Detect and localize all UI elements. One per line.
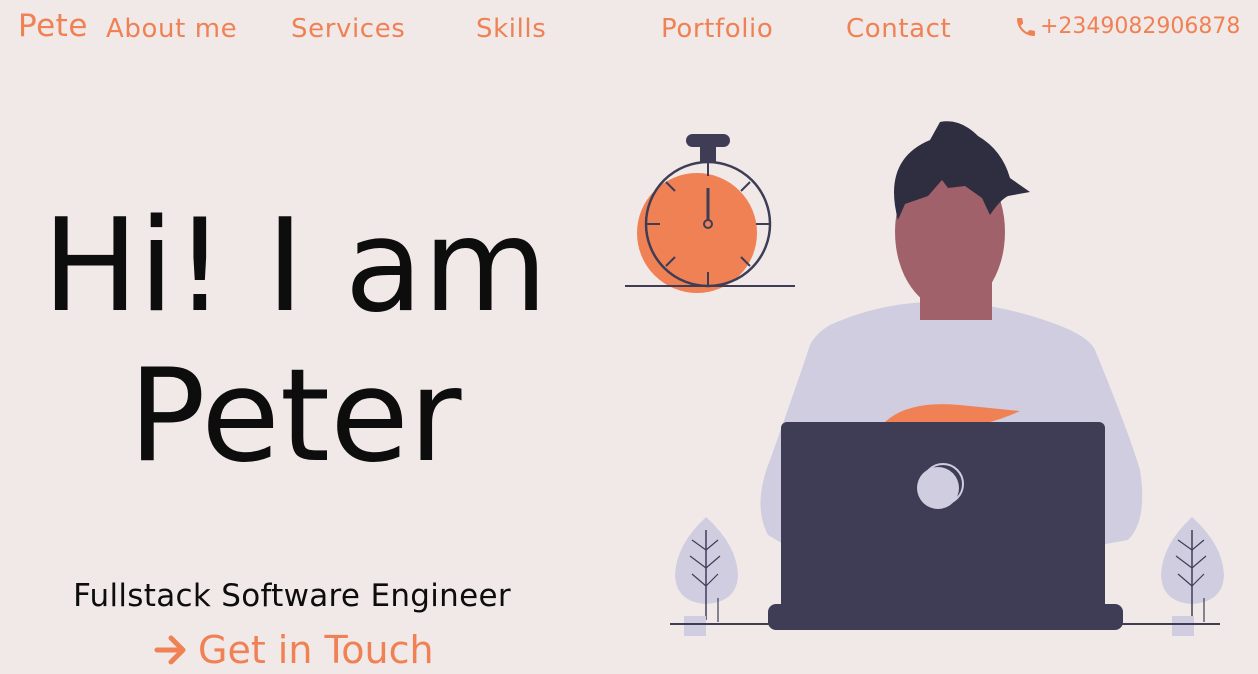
plant-left-illustration [675, 517, 738, 636]
plant-right-illustration [1161, 517, 1224, 636]
laptop-illustration [768, 422, 1123, 630]
developer-illustration [625, 121, 1224, 636]
stopwatch-illustration [625, 134, 795, 293]
landing-page: Pete About me Services Skills Portfolio … [0, 0, 1258, 674]
